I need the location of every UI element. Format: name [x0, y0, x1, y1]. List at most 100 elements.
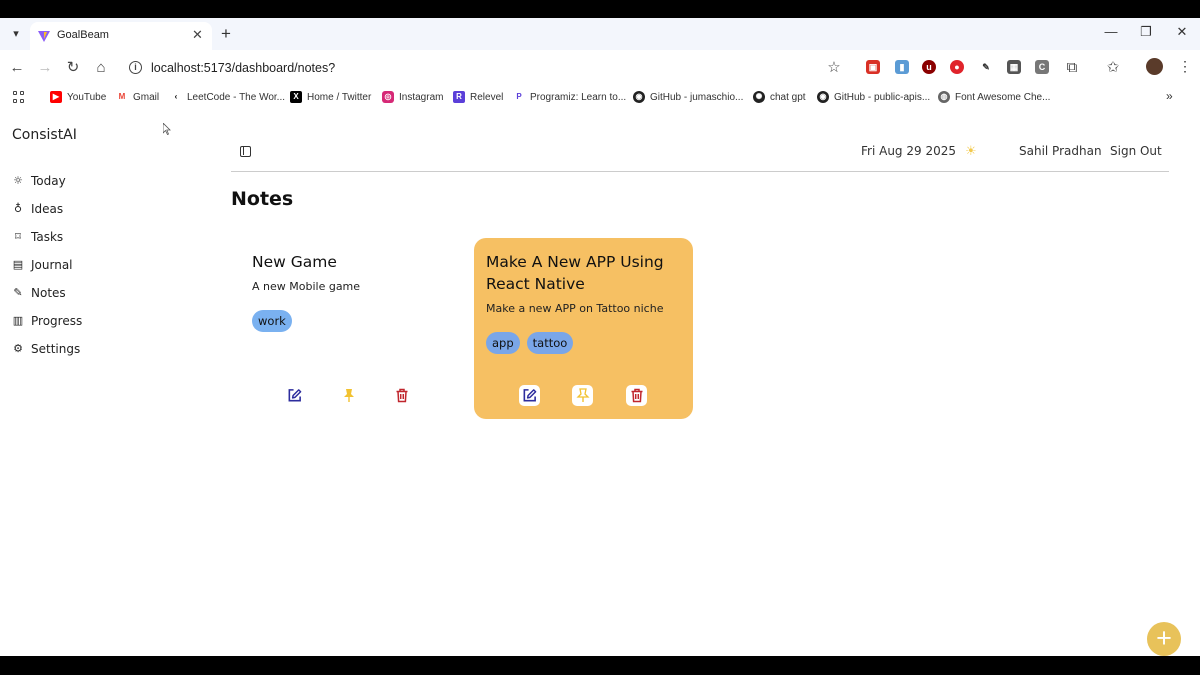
more-bookmarks-icon[interactable]: »	[1166, 89, 1173, 103]
window-close-icon[interactable]: ✕	[1172, 24, 1192, 40]
edit-icon	[523, 389, 537, 402]
favorites-icon[interactable]: ✩	[1104, 59, 1122, 77]
github-icon: ◉	[817, 91, 829, 103]
extension-icon[interactable]: ●	[950, 60, 964, 74]
bookmark-relevel[interactable]: R Relevel	[453, 89, 503, 105]
bookmark-youtube[interactable]: ▶ YouTube	[50, 89, 106, 105]
home-icon[interactable]: ⌂	[92, 59, 110, 77]
bookmark-twitter[interactable]: X Home / Twitter	[290, 89, 371, 105]
note-card[interactable]: New Game A new Mobile game work	[240, 238, 459, 419]
sidebar-item-settings[interactable]: ⚙ Settings	[12, 340, 80, 358]
profile-avatar[interactable]	[1146, 58, 1163, 75]
note-title: New Game	[252, 253, 337, 271]
notebook-icon: ▤	[12, 258, 24, 271]
bookmark-leetcode[interactable]: ‹ LeetCode - The Wor...	[170, 89, 285, 105]
sidebar-item-journal[interactable]: ▤ Journal	[12, 256, 73, 274]
note-card-pinned[interactable]: Make A New APP Using React Native Make a…	[474, 238, 693, 419]
site-info-icon[interactable]: i	[129, 61, 142, 74]
app-main: ConsistAI ☼ Today ♁ Ideas ⌑ Tasks ▤ Journal …	[0, 108, 1200, 656]
youtube-icon: ▶	[50, 91, 62, 103]
browser-menu-icon[interactable]: ⋮	[1178, 58, 1192, 75]
back-icon[interactable]: ←	[8, 59, 26, 77]
browser-toolbar: ← → ↻ ⌂ i localhost:5173/dashboard/notes…	[0, 50, 1200, 86]
bookmark-gmail[interactable]: M Gmail	[116, 89, 159, 105]
sidebar-item-ideas[interactable]: ♁ Ideas	[12, 200, 63, 218]
reload-icon[interactable]: ↻	[64, 59, 82, 77]
bookmark-font-awesome[interactable]: ◍ Font Awesome Che...	[938, 89, 1050, 105]
globe-icon: ◍	[938, 91, 950, 103]
trash-icon	[631, 388, 642, 403]
bookmark-github-1[interactable]: ◉ GitHub - jumaschio...	[633, 89, 743, 105]
bookmarks-bar: ▶ YouTube M Gmail ‹ LeetCode - The Wor... X…	[0, 86, 1200, 108]
bookmark-chatgpt[interactable]: ✺ chat gpt	[753, 89, 806, 105]
extension-icon[interactable]: ▣	[866, 60, 880, 74]
sidebar-item-today[interactable]: ☼ Today	[12, 172, 66, 190]
edit-note-button[interactable]	[284, 385, 305, 406]
delete-note-button[interactable]	[626, 385, 647, 406]
vite-favicon-icon	[38, 31, 50, 42]
app-brand: ConsistAI	[12, 127, 77, 143]
edit-icon	[288, 389, 302, 402]
browser-window: ▾ GoalBeam ✕ + — ❐ ✕ ← → ↻ ⌂ i localhost…	[0, 18, 1200, 656]
eyedropper-icon[interactable]: ✎	[979, 60, 993, 74]
sign-out-button[interactable]: Sign Out	[1110, 144, 1162, 158]
pin-icon	[343, 389, 354, 402]
tab-close-icon[interactable]: ✕	[192, 27, 203, 43]
new-tab-icon[interactable]: +	[221, 24, 231, 44]
theme-toggle-sun-icon[interactable]: ☀	[965, 143, 977, 159]
gmail-icon: M	[116, 91, 128, 103]
bookmark-programiz[interactable]: P Programiz: Learn to...	[513, 89, 626, 105]
sidebar-item-tasks[interactable]: ⌑ Tasks	[12, 228, 63, 246]
github-icon: ◉	[633, 91, 645, 103]
delete-note-button[interactable]	[391, 385, 412, 406]
leetcode-icon: ‹	[170, 91, 182, 103]
sidebar-toggle-icon[interactable]	[240, 146, 251, 157]
bookmark-instagram[interactable]: ◎ Instagram	[382, 89, 443, 105]
bookmark-github-2[interactable]: ◉ GitHub - public-apis...	[817, 89, 930, 105]
unpin-note-button[interactable]	[572, 385, 593, 406]
pin-note-button[interactable]	[338, 385, 359, 406]
header-divider	[231, 171, 1169, 172]
lightbulb-icon: ♁	[13, 202, 23, 215]
extensions-puzzle-icon[interactable]: ⧉	[1063, 59, 1081, 77]
ublock-icon[interactable]: u	[922, 60, 936, 74]
note-description: A new Mobile game	[252, 280, 361, 293]
tab-search-icon[interactable]: ▾	[8, 26, 24, 42]
note-tag: work	[252, 310, 292, 332]
edit-note-button[interactable]	[519, 385, 540, 406]
tab-strip: ▾ GoalBeam ✕ + — ❐ ✕	[0, 18, 1200, 50]
header-date: Fri Aug 29 2025	[861, 144, 956, 158]
bookmark-star-icon[interactable]: ☆	[825, 59, 843, 77]
add-note-button[interactable]: +	[1147, 622, 1181, 656]
note-title: Make A New APP Using React Native	[486, 253, 664, 293]
extension-icon[interactable]: ▦	[1007, 60, 1021, 74]
sun-icon: ☼	[13, 174, 23, 187]
user-name: Sahil Pradhan	[1019, 144, 1102, 158]
gear-icon: ⚙	[13, 342, 23, 355]
programiz-icon: P	[513, 91, 525, 103]
minimize-icon[interactable]: —	[1101, 24, 1121, 39]
note-tag: app	[486, 332, 520, 354]
address-bar[interactable]: localhost:5173/dashboard/notes?	[151, 61, 335, 75]
apps-grid-icon[interactable]	[13, 91, 25, 103]
relevel-icon: R	[453, 91, 465, 103]
note-tag: tattoo	[526, 332, 574, 354]
instagram-icon: ◎	[382, 91, 394, 103]
edit-note-icon: ✎	[13, 286, 23, 299]
restore-icon[interactable]: ❐	[1136, 24, 1156, 40]
page-title: Notes	[231, 188, 294, 210]
sidebar-item-progress[interactable]: ▥ Progress	[12, 312, 82, 330]
browser-tab[interactable]: GoalBeam ✕	[30, 22, 212, 50]
chatgpt-icon: ✺	[753, 91, 765, 103]
tab-title: GoalBeam	[57, 29, 109, 41]
trash-icon	[396, 388, 407, 403]
forward-icon[interactable]: →	[36, 59, 54, 77]
extension-icon[interactable]: C	[1035, 60, 1049, 74]
extension-icon[interactable]: ▮	[895, 60, 909, 74]
bookmark-icon: ⌑	[15, 230, 21, 243]
note-description: Make a new APP on Tattoo niche	[486, 302, 664, 315]
mouse-cursor-icon	[163, 123, 171, 135]
bar-chart-icon: ▥	[12, 314, 24, 327]
sidebar-item-notes[interactable]: ✎ Notes	[12, 284, 65, 302]
x-icon: X	[290, 91, 302, 103]
